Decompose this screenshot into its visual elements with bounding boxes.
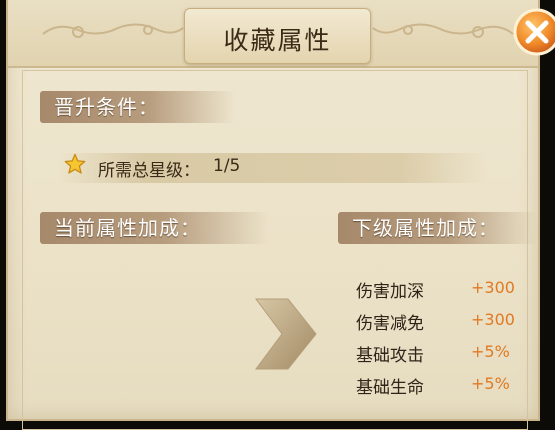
stat-value: +5%	[471, 342, 510, 361]
dialog-title: 收藏属性	[223, 26, 332, 55]
collection-attributes-dialog: 收藏属性 晋升条件： 所需总星级： 1/5 当前属性加成： 下级属性加成： 伤害…	[6, 0, 540, 430]
required-star-level-value: 1/5	[213, 156, 241, 176]
dialog-header: 收藏属性	[8, 0, 538, 68]
stat-name: 伤害减免	[356, 314, 424, 334]
content-frame	[22, 70, 528, 430]
stat-value: +5%	[471, 374, 510, 393]
requirements-header: 晋升条件：	[40, 91, 235, 123]
stat-value: +300	[471, 278, 515, 297]
star-icon	[64, 153, 86, 174]
required-star-level-label: 所需总星级：	[98, 161, 200, 181]
cloud-ornament-right-icon	[372, 23, 514, 38]
cloud-ornament-left-icon	[42, 23, 184, 38]
title-plate: 收藏属性	[184, 8, 371, 64]
arrow-right-icon	[255, 298, 317, 370]
stat-value: +300	[471, 310, 515, 329]
current-bonus-header: 当前属性加成：	[40, 212, 268, 244]
stat-name: 基础攻击	[356, 346, 424, 366]
stat-name: 伤害加深	[356, 282, 424, 302]
next-bonus-header: 下级属性加成：	[338, 212, 538, 244]
stat-name: 基础生命	[356, 378, 424, 398]
close-button[interactable]	[511, 6, 555, 56]
